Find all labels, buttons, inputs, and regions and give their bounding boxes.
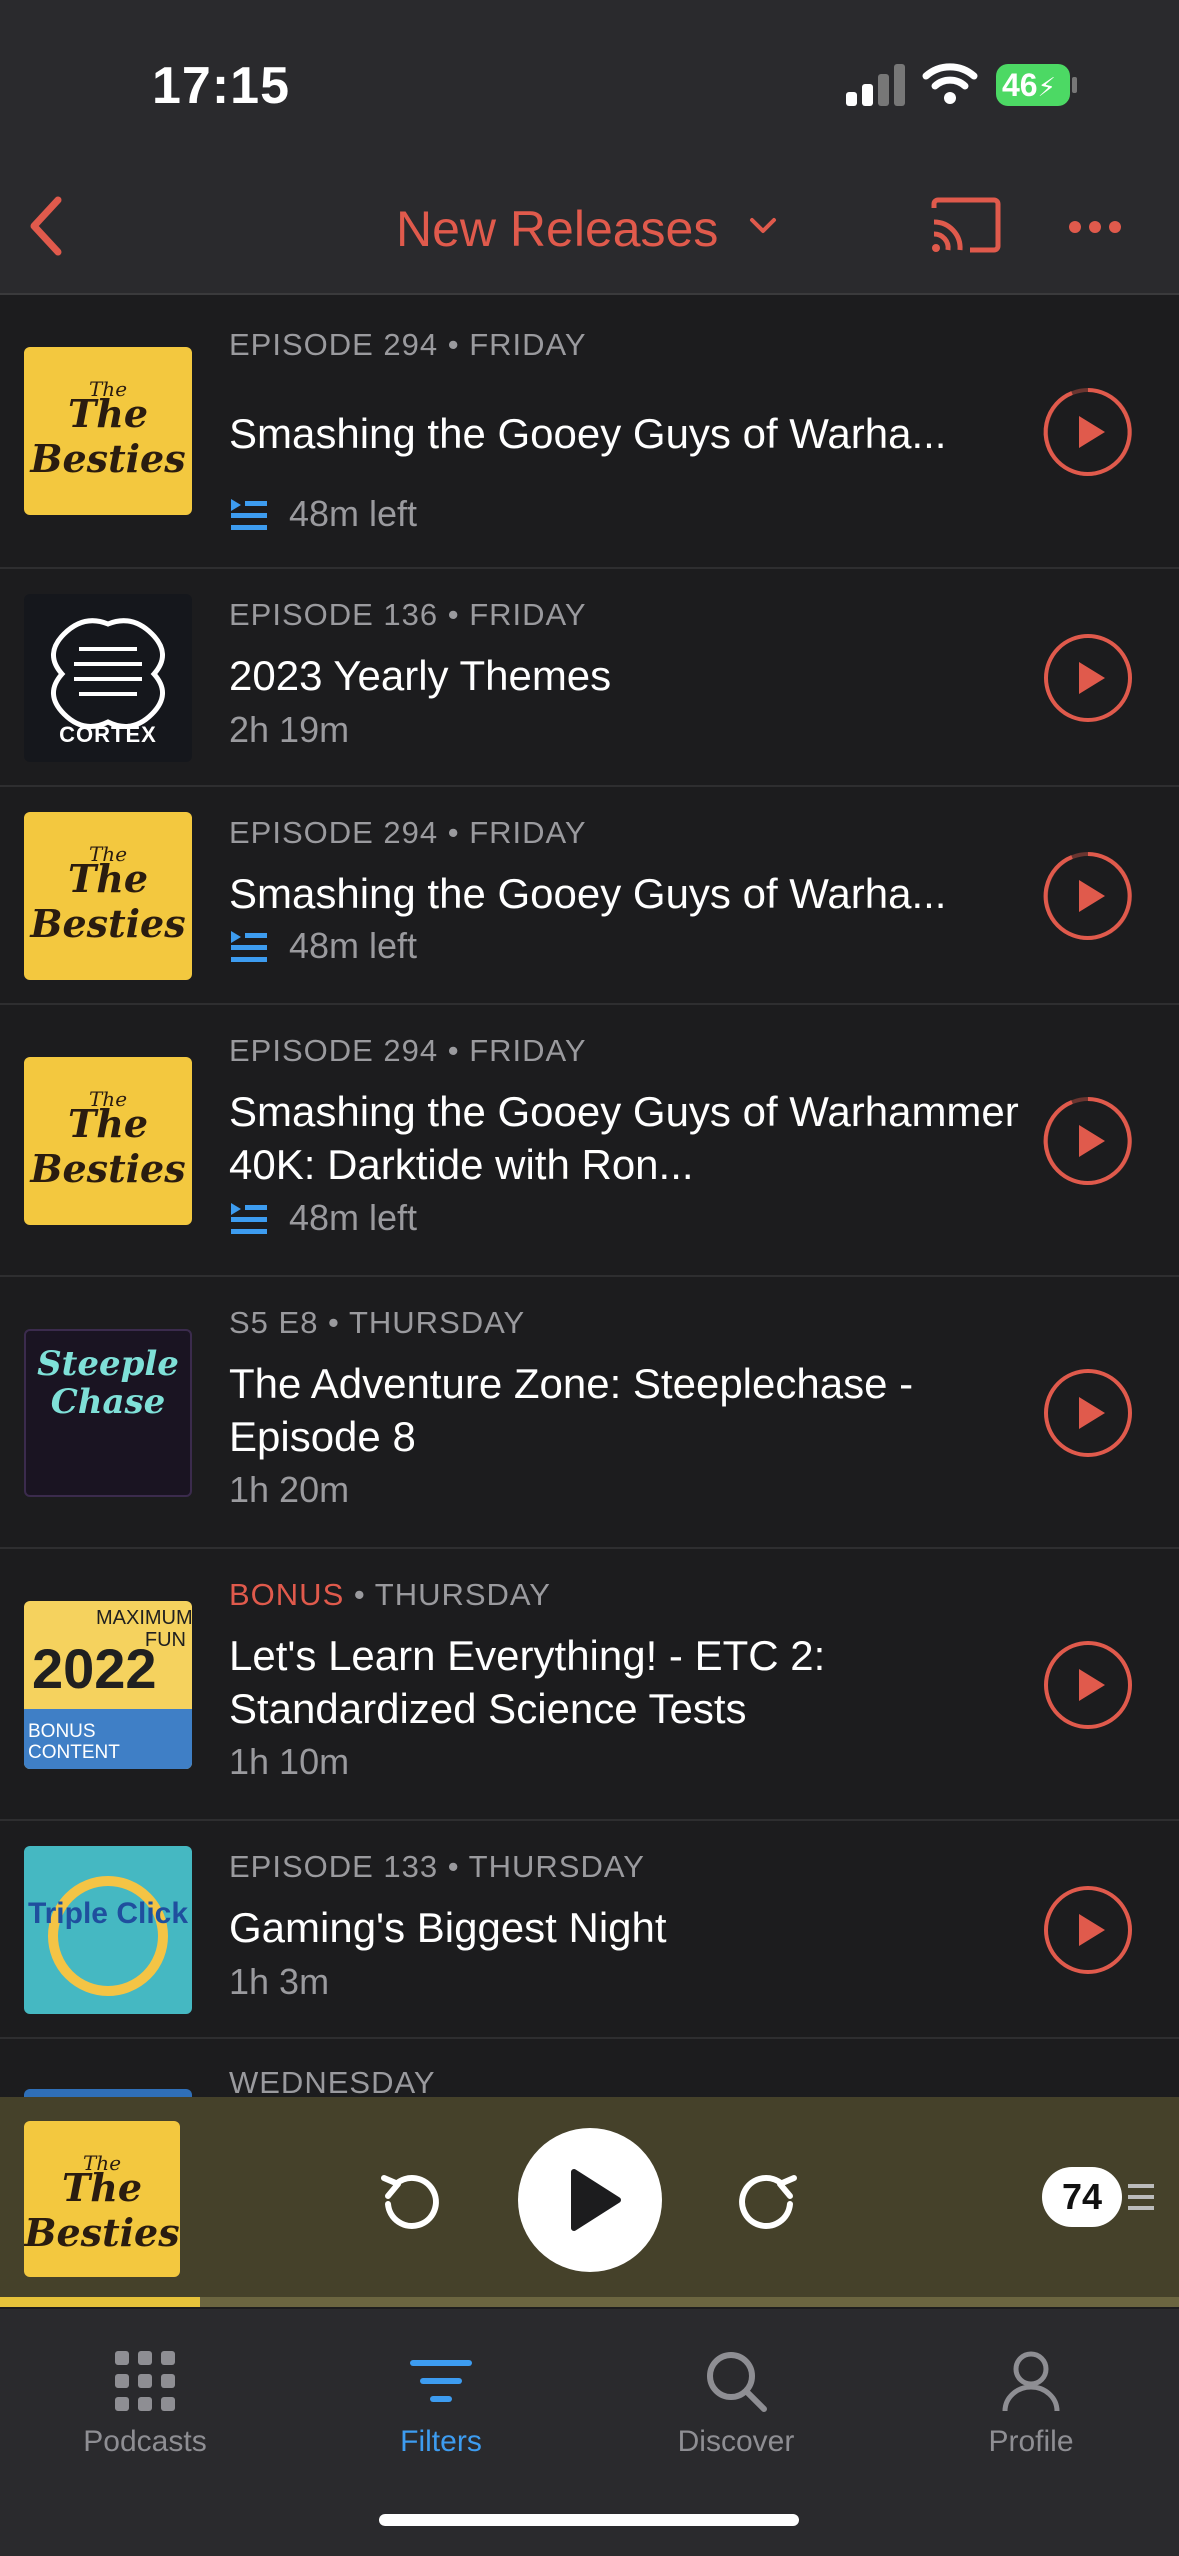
episode-title: The Adventure Zone: Steeplechase - Episo… [229,1360,914,1460]
status-bar: 17:15 46⚡ [0,0,1179,160]
episode-row[interactable]: CORTEX EPISODE 136 • FRIDAY 2023 Yearly … [0,569,1179,787]
tab-filters[interactable]: Filters [331,2349,551,2459]
episode-row[interactable]: The The Besties EPISODE 294 • FRIDAY Smas… [0,787,1179,1005]
podcast-artwork: The The Besties [24,1057,192,1225]
up-next-queue-icon [231,499,267,530]
nav-bar: New Releases [0,160,1179,295]
episode-title: Let's Learn Everything! - ETC 2: Standar… [229,1632,826,1732]
episode-title: Smashing the Gooey Guys of Warha... [229,870,947,917]
grid-icon [115,2351,175,2411]
episode-duration: 1h 20m [229,1469,350,1510]
artwork-text: Steeple Chase [37,1344,179,1422]
play-pause-button[interactable] [518,2128,662,2272]
filters-icon [410,2360,472,2402]
tab-podcasts[interactable]: Podcasts [35,2349,255,2459]
episode-row[interactable]: Triple Click EPISODE 133 • THURSDAY Gami… [0,1821,1179,2039]
play-button[interactable] [1042,1367,1134,1459]
podcast-artwork: The The Besties [24,347,192,515]
skip-forward-icon[interactable] [738,2170,800,2232]
episode-duration: 48m left [229,493,417,535]
episode-meta: EPISODE 294 • FRIDAY [229,815,587,850]
episode-duration: 1h 10m [229,1741,350,1782]
episode-title: Smashing the Gooey Guys of Warha... [229,410,947,457]
search-icon [707,2352,767,2412]
battery-icon: 46⚡ [996,64,1077,106]
episode-duration: 48m left [229,1197,417,1239]
artwork-text: The Besties [30,391,186,481]
home-indicator[interactable] [379,2514,799,2526]
episode-row[interactable]: Steeple Chase S5 E8 • THURSDAY The Adven… [0,1277,1179,1549]
play-button[interactable] [1042,850,1134,942]
up-next-queue-icon [231,1203,267,1234]
podcast-artwork: The The Besties [24,812,192,980]
episode-meta: EPISODE 133 • THURSDAY [229,1849,645,1884]
episode-meta: BONUS • THURSDAY [229,1577,551,1612]
episode-row[interactable]: The The Besties EPISODE 294 • FRIDAY Smas… [0,1005,1179,1277]
cellular-signal-icon [846,62,906,106]
artwork-text: MAXIMUM FUN [96,1607,192,1651]
up-next-count: 74 [1042,2167,1122,2227]
filter-title[interactable]: New Releases [396,200,718,258]
play-button[interactable] [1042,1884,1134,1976]
artwork-text: The Besties [24,2165,180,2255]
cast-icon[interactable] [930,196,1002,254]
artwork-text: Triple Click [27,1897,189,1930]
status-time: 17:15 [152,57,290,115]
episode-duration: 48m left [229,925,417,967]
episode-duration: 2h 19m [229,709,350,750]
bonus-badge: BONUS [229,1577,345,1612]
episode-duration: 1h 3m [229,1961,330,2002]
tab-label: Discover [677,2425,795,2458]
play-button[interactable] [1042,632,1134,724]
list-icon [1128,2184,1154,2210]
episode-row[interactable]: 2022 MAXIMUM FUN BONUS CONTENT BONUS • T… [0,1549,1179,1821]
person-icon [1002,2351,1060,2412]
episode-row[interactable]: The The Besties EPISODE 294 • FRIDAY Smas… [0,297,1179,569]
tab-discover[interactable]: Discover [626,2349,846,2459]
episode-title: Smashing the Gooey Guys of Warhammer 40K… [229,1088,1019,1188]
episode-meta: EPISODE 294 • FRIDAY [229,327,587,362]
podcast-artwork: 2022 MAXIMUM FUN BONUS CONTENT [24,1601,192,1769]
now-playing-artwork[interactable]: The The Besties [24,2121,180,2277]
artwork-text: CORTEX [59,722,157,747]
battery-level: 46⚡ [996,64,1070,106]
episode-meta: EPISODE 294 • FRIDAY [229,1033,587,1068]
episode-meta: S5 E8 • THURSDAY [229,1305,526,1340]
episode-meta: WEDNESDAY [229,2065,436,2100]
artwork-text: The Besties [30,1101,186,1191]
episode-meta: EPISODE 136 • FRIDAY [229,597,587,632]
up-next-button[interactable]: 74 [1042,2166,1156,2228]
skip-back-icon[interactable] [378,2170,440,2232]
play-button[interactable] [1042,386,1134,478]
chevron-down-icon[interactable] [746,214,780,238]
tab-profile[interactable]: Profile [921,2349,1141,2459]
podcast-artwork: Steeple Chase [24,1329,192,1497]
back-icon[interactable] [22,192,68,260]
tab-label: Filters [400,2425,482,2458]
play-button[interactable] [1042,1095,1134,1187]
up-next-queue-icon [231,931,267,962]
play-icon [571,2169,621,2231]
episode-title: Gaming's Biggest Night [229,1904,667,1951]
artwork-text: The Besties [30,856,186,946]
play-button[interactable] [1042,1639,1134,1731]
tab-label: Profile [988,2425,1074,2458]
podcast-artwork: Triple Click [24,1846,192,2014]
podcast-artwork: CORTEX [24,594,192,762]
wifi-icon [922,63,978,104]
playback-progress-fill [0,2297,200,2307]
episode-title: 2023 Yearly Themes [229,652,612,699]
episode-list: The The Besties EPISODE 294 • FRIDAY Smas… [0,297,1179,2159]
more-icon[interactable] [1068,220,1122,234]
artwork-subtext: BONUS CONTENT [28,1721,120,1763]
tab-label: Podcasts [83,2425,207,2458]
